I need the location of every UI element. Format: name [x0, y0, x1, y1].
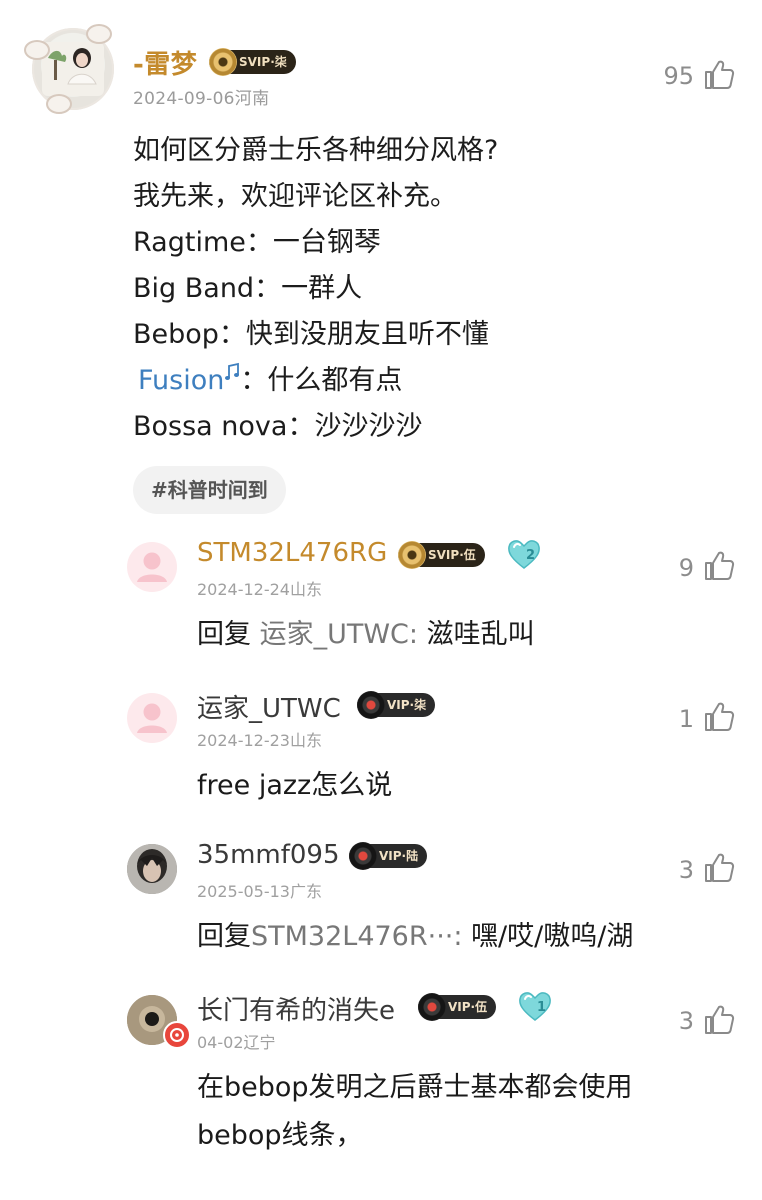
reply-user-name[interactable]: 长门有希的消失e: [197, 990, 395, 1027]
comment-date: 2024-09-06: [133, 89, 235, 109]
level-number: 1: [537, 1000, 547, 1015]
reply-prefix: 回复: [197, 921, 251, 952]
reply-prefix: 回复: [197, 619, 251, 650]
comment-meta: 2024-09-06河南: [133, 84, 269, 109]
vip-badge[interactable]: SVIP·柒: [209, 48, 296, 76]
reply-location: 辽宁: [243, 1033, 276, 1052]
vinyl-disc-icon: [209, 48, 237, 76]
music-note-icon: [225, 362, 240, 380]
reply-content: 嘿/哎/嗷呜/湖: [471, 921, 634, 952]
reply-user-name[interactable]: STM32L476RG: [197, 538, 387, 568]
vip-badge[interactable]: SVIP·伍: [398, 541, 485, 569]
vip-badge[interactable]: VIP·柒: [357, 691, 436, 719]
vinyl-disc-icon: [418, 993, 446, 1021]
comment-line: 我先来，欢迎评论区补充。: [133, 181, 457, 212]
reply-text: free jazz怎么说: [197, 770, 393, 801]
fusion-link[interactable]: Fusion: [138, 365, 224, 396]
like-count: 1: [678, 705, 694, 733]
user-avatar[interactable]: [127, 844, 177, 894]
reply-user-name[interactable]: 运家_UTWC: [197, 688, 341, 725]
reply-text: 回复STM32L476R···: 嘿/哎/嗷呜/湖: [197, 914, 633, 953]
vip-label: VIP·柒: [387, 698, 427, 712]
reply-date: 2025-05-13: [197, 882, 290, 901]
vip-label: VIP·伍: [448, 1000, 488, 1014]
vinyl-disc-icon: [398, 541, 426, 569]
vip-badge[interactable]: VIP·伍: [418, 993, 497, 1021]
live-music-badge: [163, 1021, 191, 1049]
reply-location: 广东: [289, 882, 322, 901]
user-avatar[interactable]: [127, 693, 177, 743]
reply-location: 山东: [289, 580, 322, 599]
thumbs-up-icon[interactable]: [702, 851, 736, 885]
comment-line: Ragtime：一台钢琴: [133, 227, 381, 258]
default-avatar-icon: [127, 693, 177, 743]
frame-decoration: [46, 94, 72, 114]
thumbs-up-icon[interactable]: [702, 1003, 736, 1037]
vinyl-disc-icon: [357, 691, 385, 719]
comment-line: 如何区分爵士乐各种细分风格?: [133, 135, 499, 166]
vip-label: SVIP·伍: [428, 548, 476, 562]
reply-date: 2024-12-24: [197, 580, 290, 599]
reply-line: bebop线条，: [197, 1120, 363, 1151]
reply-text: 回复 运家_UTWC: 滋哇乱叫: [197, 612, 535, 651]
comment-location: 河南: [234, 89, 270, 109]
vinyl-disc-icon: [170, 1028, 184, 1042]
thumbs-up-icon[interactable]: [702, 58, 736, 92]
reply-user-name[interactable]: 35mmf095: [197, 840, 340, 870]
avatar-photo: [127, 844, 177, 894]
comment-line: Big Band：一群人: [133, 273, 363, 304]
vip-label: SVIP·柒: [239, 55, 287, 69]
heart-level-badge: 1: [517, 990, 553, 1022]
vip-badge[interactable]: VIP·陆: [349, 842, 428, 870]
reply-text: 在bebop发明之后爵士基本都会使用 bebop线条，: [197, 1064, 633, 1160]
heart-level-badge: 2: [506, 538, 542, 570]
fusion-description: ：什么都有点: [240, 365, 403, 396]
reply-date: 2024-12-23: [197, 731, 290, 750]
like-count: 95: [663, 62, 694, 90]
thumbs-up-icon[interactable]: [702, 700, 736, 734]
reply-meta: 04-02辽宁: [197, 1029, 276, 1053]
vinyl-disc-icon: [349, 842, 377, 870]
reply-meta: 2025-05-13广东: [197, 878, 322, 902]
level-number: 2: [526, 548, 536, 563]
reply-target-user[interactable]: 运家_UTWC:: [260, 619, 418, 650]
reply-line: 在bebop发明之后爵士基本都会使用: [197, 1072, 633, 1103]
heart-level-badge-icon: [517, 990, 553, 1022]
comment-line: Bossa nova：沙沙沙沙: [133, 411, 423, 442]
vip-label: VIP·陆: [379, 849, 419, 863]
topic-tag[interactable]: #科普时间到: [133, 466, 286, 514]
thumbs-up-icon[interactable]: [702, 549, 736, 583]
frame-decoration: [24, 40, 50, 60]
user-avatar[interactable]: [127, 542, 177, 592]
reply-meta: 2024-12-24山东: [197, 576, 322, 600]
user-name[interactable]: -雷梦: [133, 44, 197, 81]
reply-content: 滋哇乱叫: [426, 619, 535, 650]
frame-decoration: [86, 24, 112, 44]
default-avatar-icon: [127, 542, 177, 592]
reply-date: 04-02: [197, 1033, 244, 1052]
reply-location: 山东: [289, 731, 322, 750]
like-count: 3: [678, 856, 694, 884]
reply-target-user[interactable]: STM32L476R···:: [251, 921, 462, 952]
like-count: 3: [678, 1007, 694, 1035]
like-count: 9: [678, 554, 694, 582]
heart-level-badge-icon: [506, 538, 542, 570]
reply-meta: 2024-12-23山东: [197, 727, 322, 751]
comment-line: Bebop：快到没朋友且听不懂: [133, 319, 489, 350]
comment-line: Fusion ：什么都有点: [138, 358, 402, 404]
